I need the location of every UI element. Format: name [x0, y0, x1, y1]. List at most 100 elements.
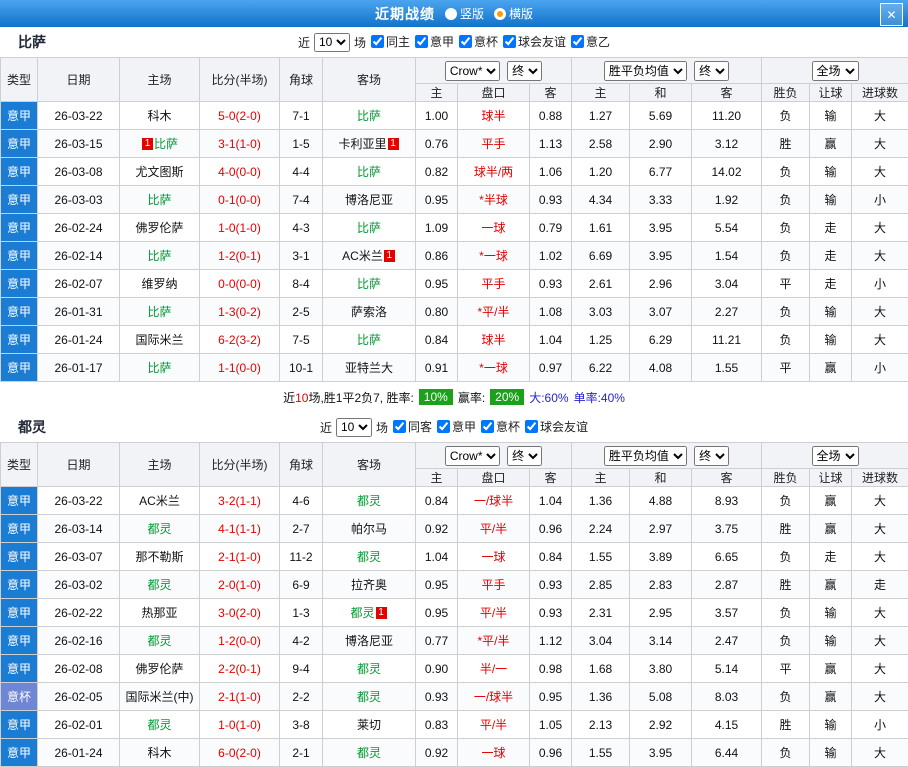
- home-team-name[interactable]: 都灵: [147, 634, 171, 648]
- checkbox-input-同主[interactable]: [371, 35, 384, 48]
- col-header-date: 日期: [38, 58, 120, 102]
- score-cell: 1-3(0-2): [200, 298, 280, 326]
- filter-checkbox-意甲[interactable]: 意甲: [437, 418, 476, 435]
- away-team-name[interactable]: 都灵: [350, 606, 374, 620]
- avg-odds-draw: 6.29: [630, 326, 692, 354]
- vertical-radio-input[interactable]: [445, 8, 457, 20]
- checkbox-input-意杯[interactable]: [481, 420, 494, 433]
- away-team-name[interactable]: 比萨: [357, 109, 381, 123]
- home-team-name[interactable]: 科木: [147, 109, 171, 123]
- checkbox-input-球会友谊[interactable]: [503, 35, 516, 48]
- filter-checkbox-球会友谊[interactable]: 球会友谊: [525, 418, 588, 435]
- match-date: 26-01-24: [38, 326, 120, 354]
- away-team-name[interactable]: 都灵: [357, 746, 381, 760]
- checkbox-input-球会友谊[interactable]: [525, 420, 538, 433]
- avg-odds-draw: 3.95: [630, 242, 692, 270]
- away-team-name[interactable]: 比萨: [357, 277, 381, 291]
- home-team-name[interactable]: 热那亚: [141, 606, 177, 620]
- avg-odds-draw: 6.77: [630, 158, 692, 186]
- filter-checkbox-同客[interactable]: 同客: [393, 418, 432, 435]
- filter-checkbox-球会友谊[interactable]: 球会友谊: [503, 33, 566, 50]
- home-team-name[interactable]: 国际米兰: [135, 333, 183, 347]
- home-team-name[interactable]: 那不勒斯: [135, 550, 183, 564]
- home-team-name[interactable]: 都灵: [147, 718, 171, 732]
- final-avg-select[interactable]: 终: [694, 61, 729, 81]
- away-team-name[interactable]: 都灵: [357, 690, 381, 704]
- checkbox-input-意杯[interactable]: [459, 35, 472, 48]
- home-team-name[interactable]: 维罗纳: [141, 277, 177, 291]
- pisa-section: 比萨 近 10 场 同主意甲意杯球会友谊意乙 类型 日期 主场 比分(半场) 角…: [0, 27, 908, 412]
- filter-checkbox-意杯[interactable]: 意杯: [481, 418, 520, 435]
- home-team-name[interactable]: 科木: [147, 746, 171, 760]
- avg-odds-draw: 2.95: [630, 599, 692, 627]
- score-cell: 1-0(1-0): [200, 214, 280, 242]
- away-team-name[interactable]: 萨索洛: [351, 305, 387, 319]
- home-team-name[interactable]: 比萨: [147, 249, 171, 263]
- home-team-name[interactable]: 尤文图斯: [135, 165, 183, 179]
- away-team-name[interactable]: 都灵: [357, 550, 381, 564]
- filter-checkbox-意杯[interactable]: 意杯: [459, 33, 498, 50]
- corner-cell: 1-5: [280, 130, 323, 158]
- checkbox-input-意甲[interactable]: [415, 35, 428, 48]
- avg-odds-select[interactable]: 胜平负均值: [604, 446, 687, 466]
- home-team-name[interactable]: 佛罗伦萨: [135, 662, 183, 676]
- away-team-name[interactable]: AC米兰: [342, 249, 383, 263]
- close-icon[interactable]: ✕: [880, 3, 903, 26]
- away-team-name[interactable]: 卡利亚里: [338, 137, 386, 151]
- handicap-odds-home: 0.83: [416, 711, 458, 739]
- checkbox-input-意乙[interactable]: [571, 35, 584, 48]
- handicap-odds-away: 1.06: [530, 158, 572, 186]
- league-type-badge: 意甲: [1, 186, 38, 214]
- away-team-name[interactable]: 比萨: [357, 165, 381, 179]
- away-team-name[interactable]: 都灵: [357, 494, 381, 508]
- filter-checkbox-意乙[interactable]: 意乙: [571, 33, 610, 50]
- horizontal-radio-input[interactable]: [494, 8, 506, 20]
- handicap-result-cell: 走: [810, 214, 852, 242]
- away-team-name[interactable]: 亚特兰大: [345, 361, 393, 375]
- home-team-name[interactable]: 佛罗伦萨: [135, 221, 183, 235]
- home-team-name[interactable]: 国际米兰(中): [126, 690, 194, 704]
- goals-result-cell: 大: [852, 326, 908, 354]
- result-cell: 负: [762, 683, 810, 711]
- match-date: 26-03-02: [38, 571, 120, 599]
- final-avg-select[interactable]: 终: [694, 446, 729, 466]
- avg-odds-select[interactable]: 胜平负均值: [604, 61, 687, 81]
- home-team-name[interactable]: 比萨: [147, 193, 171, 207]
- goals-result-cell: 大: [852, 242, 908, 270]
- match-count-select[interactable]: 10: [336, 418, 372, 437]
- checkbox-input-同客[interactable]: [393, 420, 406, 433]
- away-team-name[interactable]: 都灵: [357, 662, 381, 676]
- home-team-cell: 国际米兰: [120, 326, 200, 354]
- result-cell: 胜: [762, 571, 810, 599]
- home-team-name[interactable]: 比萨: [154, 137, 178, 151]
- bookmaker-select[interactable]: Crow*: [445, 446, 500, 466]
- away-team-name[interactable]: 比萨: [357, 221, 381, 235]
- home-team-cell: 那不勒斯: [120, 543, 200, 571]
- away-team-name[interactable]: 博洛尼亚: [345, 193, 393, 207]
- scope-select[interactable]: 全场: [812, 61, 859, 81]
- final-odds-select[interactable]: 终: [507, 61, 542, 81]
- avg-odds-home: 2.58: [572, 130, 630, 158]
- away-team-name[interactable]: 比萨: [357, 333, 381, 347]
- home-team-name[interactable]: AC米兰: [139, 494, 180, 508]
- match-count-select[interactable]: 10: [314, 33, 350, 52]
- match-date: 26-01-31: [38, 298, 120, 326]
- final-odds-select[interactable]: 终: [507, 446, 542, 466]
- bookmaker-select[interactable]: Crow*: [445, 61, 500, 81]
- layout-radio-horizontal[interactable]: 横版: [494, 5, 533, 22]
- home-team-name[interactable]: 都灵: [147, 522, 171, 536]
- result-cell: 负: [762, 627, 810, 655]
- checkbox-input-意甲[interactable]: [437, 420, 450, 433]
- scope-select[interactable]: 全场: [812, 446, 859, 466]
- league-type-badge: 意甲: [1, 543, 38, 571]
- away-team-name[interactable]: 帕尔马: [351, 522, 387, 536]
- layout-radio-vertical[interactable]: 竖版: [445, 5, 484, 22]
- home-team-name[interactable]: 比萨: [147, 361, 171, 375]
- away-team-name[interactable]: 博洛尼亚: [345, 634, 393, 648]
- away-team-name[interactable]: 莱切: [357, 718, 381, 732]
- home-team-name[interactable]: 比萨: [147, 305, 171, 319]
- filter-checkbox-同主[interactable]: 同主: [371, 33, 410, 50]
- filter-checkbox-意甲[interactable]: 意甲: [415, 33, 454, 50]
- away-team-name[interactable]: 拉齐奥: [351, 578, 387, 592]
- home-team-name[interactable]: 都灵: [147, 578, 171, 592]
